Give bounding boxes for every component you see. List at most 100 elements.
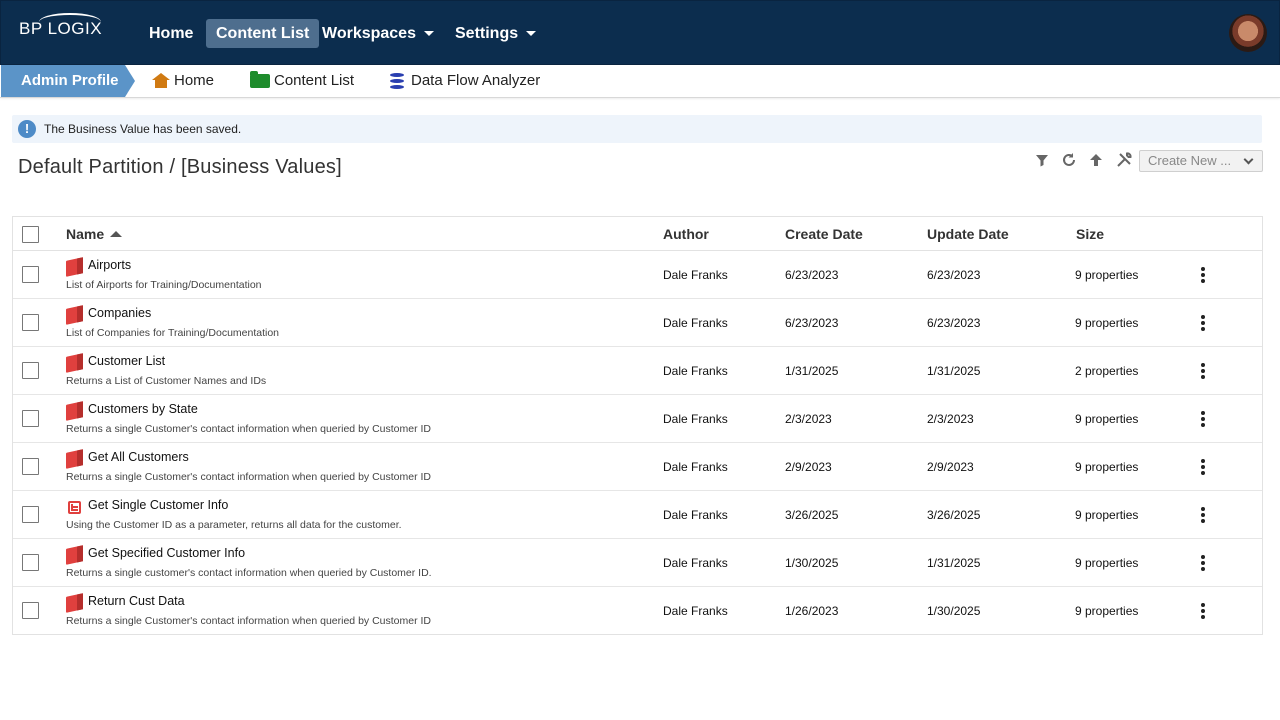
item-update-date: 6/23/2023 (927, 268, 981, 282)
column-header-create-date[interactable]: Create Date (785, 226, 863, 242)
column-header-author[interactable]: Author (663, 226, 709, 242)
table-row[interactable]: Customers by State Returns a single Cust… (13, 395, 1262, 443)
item-update-date: 2/9/2023 (927, 460, 974, 474)
banner-message: The Business Value has been saved. (44, 122, 242, 136)
nav-content-list-label: Content List (216, 25, 310, 42)
item-update-date: 1/30/2025 (927, 604, 981, 618)
item-create-date: 6/23/2023 (785, 268, 839, 282)
breadcrumb-home[interactable]: Home (152, 65, 214, 97)
row-checkbox[interactable] (22, 554, 39, 571)
row-checkbox[interactable] (22, 602, 39, 619)
row-checkbox[interactable] (22, 266, 39, 283)
item-name[interactable]: Companies (88, 306, 151, 320)
item-name[interactable]: Customer List (88, 354, 165, 368)
row-checkbox[interactable] (22, 506, 39, 523)
breadcrumb-data-flow-analyzer[interactable]: Data Flow Analyzer (390, 65, 540, 97)
table-icon (68, 501, 81, 514)
page-title: Default Partition / [Business Values] (18, 156, 342, 178)
item-size: 9 properties (1075, 460, 1139, 474)
column-header-update-date[interactable]: Update Date (927, 226, 1009, 242)
nav-workspaces[interactable]: Workspaces (312, 19, 444, 48)
home-icon (152, 73, 170, 89)
item-size: 9 properties (1075, 556, 1139, 570)
item-name[interactable]: Airports (88, 258, 131, 272)
row-checkbox[interactable] (22, 314, 39, 331)
table-row[interactable]: Return Cust Data Returns a single Custom… (13, 587, 1262, 635)
more-options-icon[interactable] (1200, 411, 1206, 427)
item-create-date: 6/23/2023 (785, 316, 839, 330)
item-size: 9 properties (1075, 508, 1139, 522)
row-checkbox[interactable] (22, 458, 39, 475)
item-name[interactable]: Get All Customers (88, 450, 189, 464)
breadcrumb-content-list[interactable]: Content List (250, 65, 354, 97)
nav-workspaces-label: Workspaces (322, 25, 416, 42)
nav-content-list[interactable]: Content List (206, 19, 320, 48)
filter-icon[interactable] (1033, 152, 1051, 170)
item-author: Dale Franks (663, 604, 728, 618)
item-author: Dale Franks (663, 364, 728, 378)
item-description: Returns a single customer's contact info… (66, 567, 432, 579)
item-update-date: 1/31/2025 (927, 364, 981, 378)
more-options-icon[interactable] (1200, 459, 1206, 475)
table-header: Name Author Create Date Update Date Size (13, 217, 1262, 251)
more-options-icon[interactable] (1200, 507, 1206, 523)
column-header-name[interactable]: Name (66, 226, 123, 242)
business-value-icon (66, 593, 83, 613)
refresh-icon[interactable] (1060, 152, 1078, 170)
table-row[interactable]: Get Specified Customer Info Returns a si… (13, 539, 1262, 587)
user-avatar[interactable] (1229, 14, 1267, 52)
item-size: 9 properties (1075, 412, 1139, 426)
table-row[interactable]: Companies List of Companies for Training… (13, 299, 1262, 347)
chevron-down-icon (1243, 154, 1254, 165)
item-size: 9 properties (1075, 268, 1139, 282)
breadcrumb-content-list-label: Content List (274, 72, 355, 89)
breadcrumb-admin-profile[interactable]: Admin Profile (1, 65, 135, 97)
item-create-date: 2/9/2023 (785, 460, 832, 474)
item-name[interactable]: Customers by State (88, 402, 198, 416)
bp-logix-logo[interactable]: BP LOGIX (19, 13, 102, 39)
item-author: Dale Franks (663, 556, 728, 570)
tools-icon[interactable] (1115, 152, 1133, 170)
nav-home[interactable]: Home (139, 19, 203, 48)
table-row[interactable]: Airports List of Airports for Training/D… (13, 251, 1262, 299)
folder-icon (250, 71, 270, 88)
item-create-date: 1/26/2023 (785, 604, 839, 618)
nav-settings-label: Settings (455, 25, 519, 42)
item-update-date: 2/3/2023 (927, 412, 974, 426)
row-checkbox[interactable] (22, 362, 39, 379)
chevron-down-icon (526, 31, 537, 37)
logo-arc (39, 13, 101, 31)
create-new-label: Create New ... (1148, 153, 1232, 168)
nav-settings[interactable]: Settings (445, 19, 546, 48)
item-size: 9 properties (1075, 316, 1139, 330)
more-options-icon[interactable] (1200, 267, 1206, 283)
table-row[interactable]: Get All Customers Returns a single Custo… (13, 443, 1262, 491)
breadcrumb-home-label: Home (174, 72, 215, 89)
item-description: List of Companies for Training/Documenta… (66, 327, 280, 339)
up-arrow-icon[interactable] (1087, 152, 1105, 170)
item-name[interactable]: Get Single Customer Info (88, 498, 228, 512)
item-author: Dale Franks (663, 268, 728, 282)
item-update-date: 1/31/2025 (927, 556, 981, 570)
select-all-checkbox[interactable] (22, 226, 39, 243)
business-value-icon (66, 353, 83, 373)
item-size: 2 properties (1075, 364, 1139, 378)
item-description: Returns a single Customer's contact info… (66, 471, 432, 483)
more-options-icon[interactable] (1200, 363, 1206, 379)
item-update-date: 6/23/2023 (927, 316, 981, 330)
more-options-icon[interactable] (1200, 603, 1206, 619)
column-header-name-label: Name (66, 226, 105, 242)
business-value-icon (66, 401, 83, 421)
table-row[interactable]: Get Single Customer Info Using the Custo… (13, 491, 1262, 539)
column-header-size[interactable]: Size (1076, 226, 1104, 242)
table-row[interactable]: Customer List Returns a List of Customer… (13, 347, 1262, 395)
item-name[interactable]: Return Cust Data (88, 594, 185, 608)
more-options-icon[interactable] (1200, 555, 1206, 571)
item-name[interactable]: Get Specified Customer Info (88, 546, 245, 560)
row-checkbox[interactable] (22, 410, 39, 427)
breadcrumb: Admin Profile Home Content List Data Flo… (0, 65, 1280, 98)
more-options-icon[interactable] (1200, 315, 1206, 331)
business-value-icon (66, 545, 83, 565)
create-new-dropdown[interactable]: Create New ... (1139, 150, 1263, 172)
item-author: Dale Franks (663, 412, 728, 426)
